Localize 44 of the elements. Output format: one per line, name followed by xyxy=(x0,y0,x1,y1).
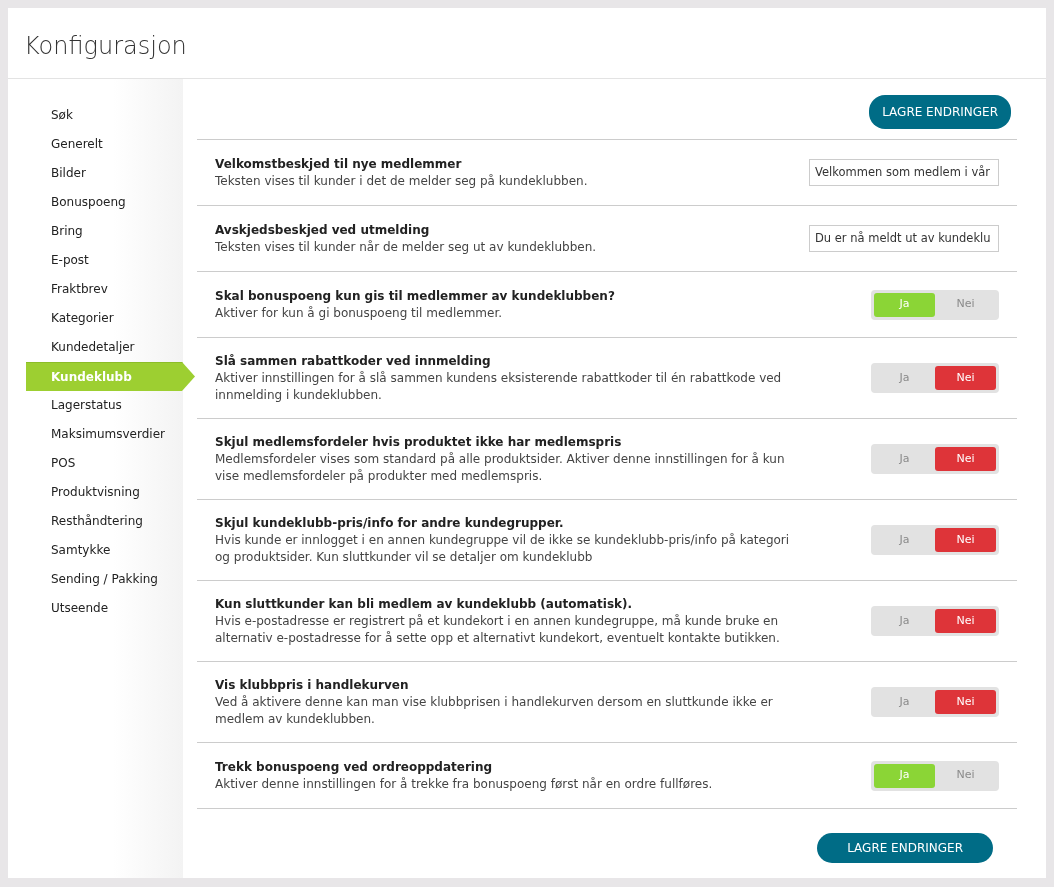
sidebar-item[interactable]: Resthåndtering xyxy=(8,507,183,536)
sidebar-item[interactable]: Utseende xyxy=(8,594,183,623)
sidebar-item[interactable]: Bilder xyxy=(8,159,183,188)
setting-title: Skal bonuspoeng kun gis til medlemmer av kundeklubben? xyxy=(215,288,616,305)
setting-description: Medlemsfordeler vises som standard på alle produktsider. Aktiver denne innstillingen for å kun vise medlemsfordeler på produkter med medlemspris. xyxy=(215,451,786,485)
setting-description: Teksten vises til kunder når de melder seg ut av kundeklubben. xyxy=(215,239,598,256)
sidebar-item[interactable]: Samtykke xyxy=(8,536,183,565)
setting-description: Ved å aktivere denne kan man vise klubbprisen i handlekurven dersom en sluttkunde ikke er medlem av kundeklubben. xyxy=(215,694,774,728)
save-button[interactable]: LAGRE ENDRINGER xyxy=(869,95,1011,129)
sidebar-item[interactable]: Maksimumsverdier xyxy=(8,420,183,449)
sidebar-item[interactable]: Bonuspoeng xyxy=(8,188,183,217)
sidebar-item[interactable]: Kundedetaljer xyxy=(8,333,183,362)
setting-title: Avskjedsbeskjed ved utmelding xyxy=(215,222,431,239)
setting-description: Aktiver innstillingen for å slå sammen kundens eksisterende rabattkoder til én rabattkode ved innmelding i kundeklubben. xyxy=(215,370,783,404)
setting-title: Velkomstbeskjed til nye medlemmer xyxy=(215,156,463,173)
setting-description: Hvis e-postadresse er registrert på et kundekort i en annen kundegruppe, må kunde bruke en alternativ e-postadresse for å sette opp et alternativt kundekort, eventuelt kontakte butikken. xyxy=(215,613,781,647)
sidebar-item[interactable]: Bring xyxy=(8,217,183,246)
sidebar-item[interactable]: Generelt xyxy=(8,130,183,159)
sidebar-item[interactable]: POS xyxy=(8,449,183,478)
setting-title: Kun sluttkunder kan bli medlem av kundeklubb (automatisk). xyxy=(215,596,634,613)
setting-title: Skjul medlemsfordeler hvis produktet ikke har medlemspris xyxy=(215,434,623,451)
sidebar-item[interactable]: Produktvisning xyxy=(8,478,183,507)
toggle-option[interactable]: Nei xyxy=(935,690,996,714)
setting-title: Skjul kundeklubb-pris/info for andre kundegrupper. xyxy=(215,515,565,532)
toggle-option[interactable]: Nei xyxy=(935,366,996,390)
toggle-option[interactable]: Nei xyxy=(935,609,996,633)
sidebar-item[interactable]: Sending / Pakking xyxy=(8,565,183,594)
sidebar-item[interactable]: Lagerstatus xyxy=(8,391,183,420)
setting-description: Teksten vises til kunder i det de melder seg på kundeklubben. xyxy=(215,173,589,190)
save-button[interactable]: LAGRE ENDRINGER xyxy=(817,833,993,863)
setting-title: Vis klubbpris i handlekurven xyxy=(215,677,410,694)
toggle-option[interactable]: Nei xyxy=(935,447,996,471)
text-field[interactable]: Du er nå meldt ut av kundeklu xyxy=(809,224,999,253)
sidebar-item[interactable]: Fraktbrev xyxy=(8,275,183,304)
setting-description: Hvis kunde er innlogget i en annen kundegruppe vil de ikke se kundeklubb-pris/info på kategori og produktsider. Kun sluttkunder vil se detaljer om kundeklubb xyxy=(215,532,791,566)
setting-title: Slå sammen rabattkoder ved innmelding xyxy=(215,353,492,370)
sidebar-item[interactable]: E-post xyxy=(8,246,183,275)
sidebar-item[interactable]: Søk xyxy=(8,101,183,130)
setting-description: Aktiver for kun å gi bonuspoeng til medlemmer. xyxy=(215,305,504,322)
toggle-option[interactable]: Nei xyxy=(935,528,996,552)
sidebar-item[interactable]: Kategorier xyxy=(8,304,183,333)
setting-description: Aktiver denne innstillingen for å trekke fra bonuspoeng først når en ordre fullføres. xyxy=(215,776,714,793)
text-field[interactable]: Velkommen som medlem i vår xyxy=(809,158,999,187)
setting-title: Trekk bonuspoeng ved ordreoppdatering xyxy=(215,759,494,776)
